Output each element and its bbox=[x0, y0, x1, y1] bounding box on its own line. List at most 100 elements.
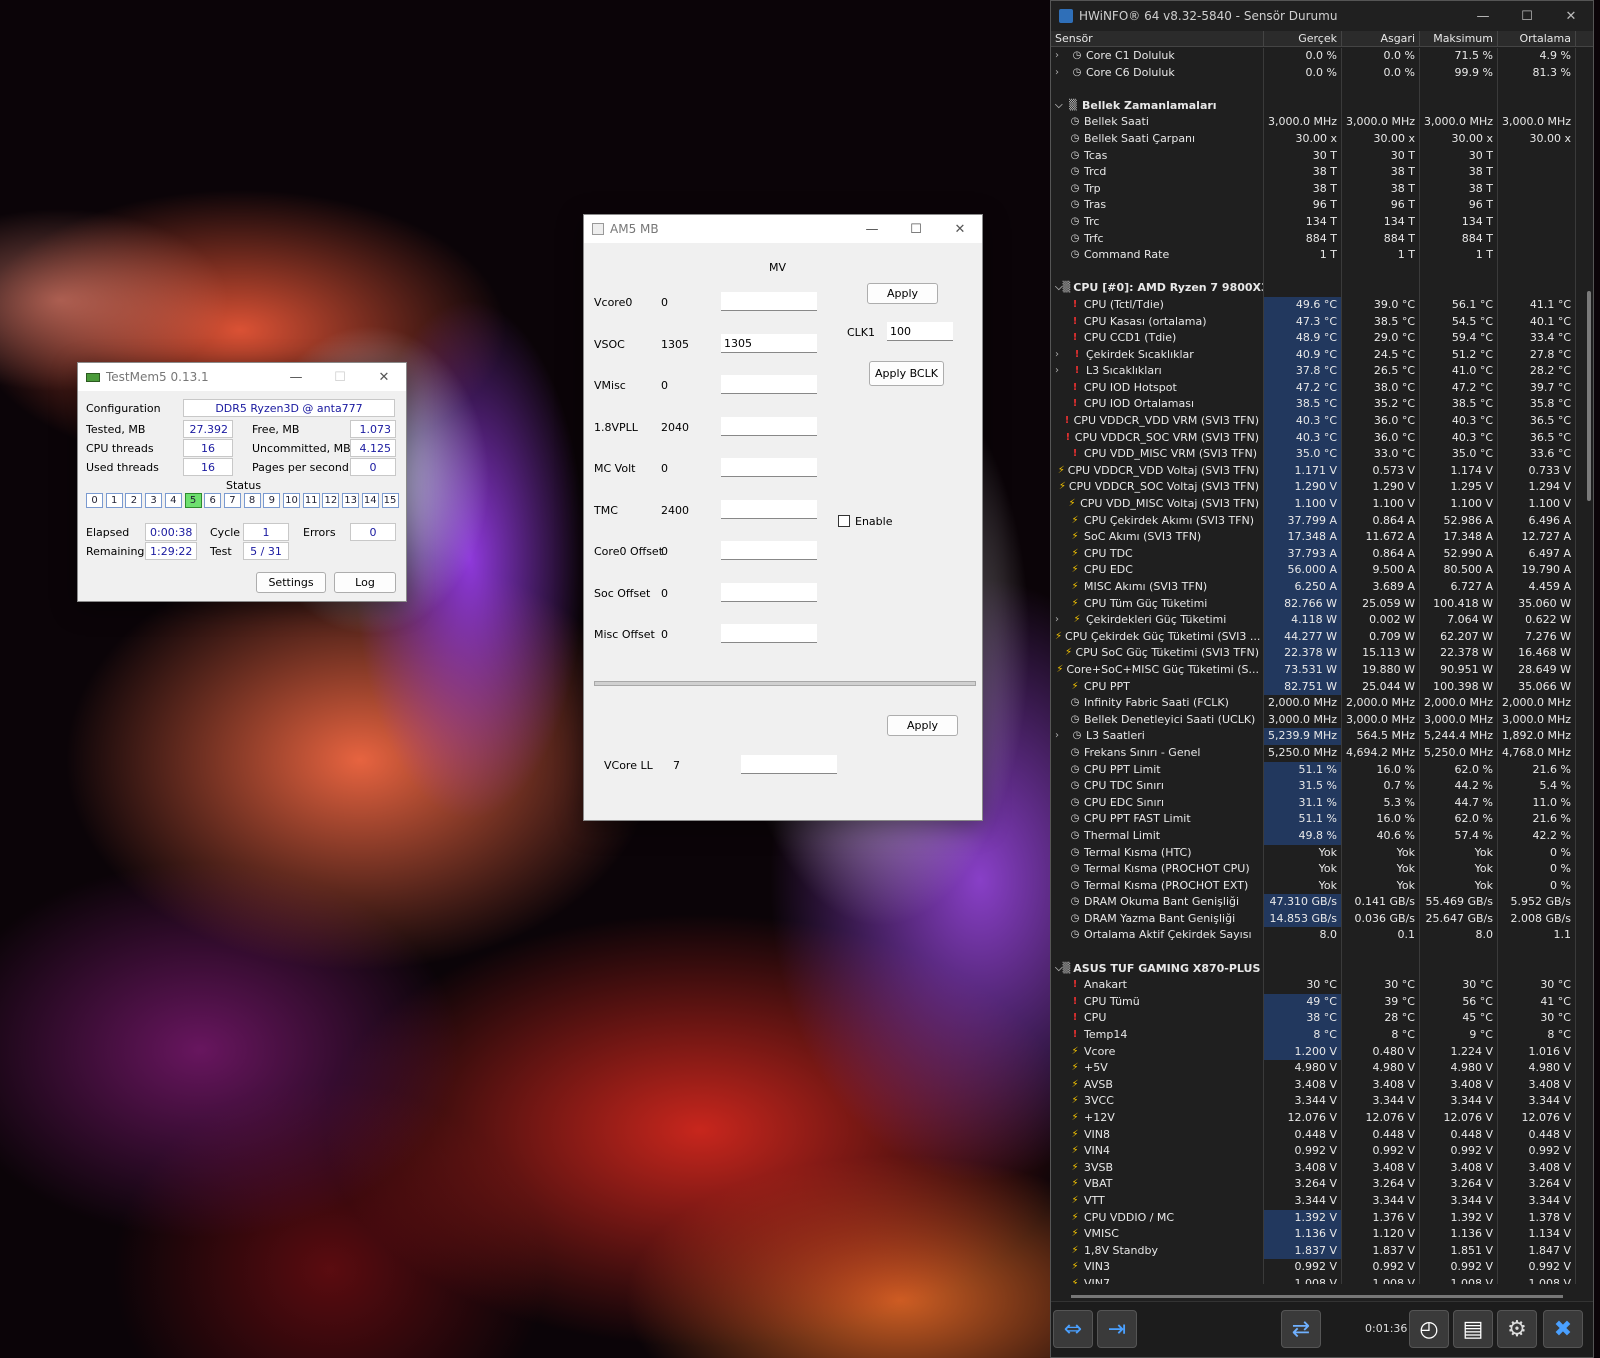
sensor-row[interactable]: ⚡ AVSB 3.408 V 3.408 V 3.408 V 3.408 V bbox=[1051, 1076, 1581, 1094]
sensor-row[interactable]: ◷ Frekans Sınırı - Genel 5,250.0 MHz 4,694.… bbox=[1051, 744, 1581, 762]
sensor-row[interactable]: ◷ DRAM Yazma Bant Genişliği 14.853 GB/s 0.0… bbox=[1051, 910, 1581, 928]
sensor-row[interactable]: › ◷ L3 Saatleri 5,239.9 MHz 564.5 MHz 5,244.4… bbox=[1051, 728, 1581, 745]
close-button[interactable]: ✕ bbox=[1549, 2, 1593, 30]
sensor-row[interactable]: ⚡ SoC Akımı (SVI3 TFN) 17.348 A 11.672 A 17.… bbox=[1051, 529, 1581, 546]
sensor-group-row[interactable]: ⌵ ▒ Bellek Zamanlamaları bbox=[1051, 97, 1581, 115]
switch-layout-icon[interactable]: ⇄ bbox=[1281, 1310, 1321, 1348]
sensor-row[interactable]: ◷ Infinity Fabric Saati (FCLK) 2,000.0 MHz… bbox=[1051, 695, 1581, 712]
config-field[interactable]: DDR5 Ryzen3D @ anta777 bbox=[183, 399, 395, 417]
sensor-row[interactable]: ◷ Command Rate 1 T1 T1 T bbox=[1051, 247, 1581, 264]
header-sensor[interactable]: Sensör bbox=[1051, 31, 1264, 47]
expand-chevron-icon[interactable]: › bbox=[1055, 48, 1067, 65]
sensor-row[interactable]: ! CPU IOD Hotspot 47.2 °C 38.0 °C 47.2 °C 39.… bbox=[1051, 379, 1581, 397]
sensor-row[interactable]: ◷ Trc 134 T 134 T 134 T bbox=[1051, 213, 1581, 231]
separator-slider[interactable] bbox=[594, 681, 976, 686]
sensor-row[interactable]: ◷ Termal Kısma (PROCHOT EXT) Yok Yok Yok 0 % bbox=[1051, 877, 1581, 895]
minimize-button[interactable]: — bbox=[850, 215, 894, 243]
sensor-row[interactable]: ⚡ VMISC 1.136 V 1.120 V 1.136 V 1.134 V bbox=[1051, 1226, 1581, 1243]
sensor-row[interactable]: ◷ Trp 38 T 38 T 38 T bbox=[1051, 180, 1581, 198]
collapse-chevron-icon[interactable]: ⌵ bbox=[1055, 98, 1067, 115]
apply-button-2[interactable]: Apply bbox=[887, 715, 958, 736]
close-x-icon[interactable]: ✖ bbox=[1543, 1310, 1583, 1348]
voltage-input[interactable] bbox=[721, 499, 817, 519]
sensor-row[interactable]: ⚡ CPU TDC 37.793 A 0.864 A 52.990 A 6.497 A bbox=[1051, 545, 1581, 563]
sensor-row[interactable]: ⚡ VIN4 0.992 V 0.992 V 0.992 V 0.992 V bbox=[1051, 1143, 1581, 1160]
sensor-row[interactable]: ! Anakart 30 °C 30 °C 30 °C 30 °C bbox=[1051, 977, 1581, 994]
voltage-input[interactable] bbox=[721, 541, 817, 560]
hwinfo-titlebar[interactable]: HWiNFO® 64 v8.32-5840 - Sensör Durumu — … bbox=[1051, 1, 1593, 31]
maximize-button[interactable]: ☐ bbox=[318, 363, 362, 391]
sensor-group-row[interactable]: ⌵▒ASUS TUF GAMING X870-PLUS WIFI (Nuvoto… bbox=[1051, 960, 1581, 978]
sensor-row[interactable]: ⚡ VTT 3.344 V 3.344 V 3.344 V 3.344 V bbox=[1051, 1192, 1581, 1210]
sensor-row[interactable]: ⚡ VIN7 1.008 V 1.008 V 1.008 V 1.008 V bbox=[1051, 1275, 1581, 1284]
sensor-row[interactable]: ◷ DRAM Okuma Bant Genişliği 47.310 GB/s 0.1… bbox=[1051, 894, 1581, 911]
sensor-row[interactable]: ◷ CPU PPT FAST Limit 51.1 % 16.0 % 62.0 % 21.… bbox=[1051, 811, 1581, 828]
collapse-icon[interactable]: ⇥ bbox=[1097, 1310, 1137, 1348]
sensor-row[interactable]: ›! Çekirdek Sıcaklıklar 40.9 °C 24.5 °C 51.2… bbox=[1051, 346, 1581, 364]
header-max[interactable]: Maksimum bbox=[1420, 31, 1498, 47]
voltage-input[interactable] bbox=[721, 416, 817, 436]
sensor-row[interactable]: ⚡ CPU SoC Güç Tüketimi (SVI3 TFN) 22.378 W… bbox=[1051, 645, 1581, 662]
sensor-row[interactable]: ! Temp14 8 °C 8 °C 9 °C 8 °C bbox=[1051, 1027, 1581, 1044]
header-min[interactable]: Asgari bbox=[1342, 31, 1420, 47]
log-button[interactable]: Log bbox=[334, 572, 396, 593]
maximize-button[interactable]: ☐ bbox=[1505, 2, 1549, 30]
sensor-row[interactable]: ⚡ VIN3 0.992 V 0.992 V 0.992 V 0.992 V bbox=[1051, 1259, 1581, 1276]
testmem-titlebar[interactable]: TestMem5 0.13.1 — ☐ ✕ bbox=[78, 363, 406, 391]
sensor-row[interactable]: ◷ CPU PPT Limit 51.1 % 16.0 % 62.0 % 21.6 % bbox=[1051, 761, 1581, 779]
sensor-row[interactable]: ⚡ VBAT 3.264 V 3.264 V 3.264 V 3.264 V bbox=[1051, 1176, 1581, 1193]
sensor-row[interactable]: ! CPU (Tctl/Tdie) 49.6 °C 39.0 °C 56.1 °C 41.… bbox=[1051, 296, 1581, 314]
voltage-input[interactable] bbox=[721, 624, 817, 643]
expand-chevron-icon[interactable]: › bbox=[1055, 347, 1067, 364]
sensor-row[interactable]: ◷ Trcd 38 T 38 T 38 T bbox=[1051, 164, 1581, 181]
voltage-input[interactable]: 1305 bbox=[721, 333, 817, 353]
sensor-row[interactable]: ⚡ CPU VDDCR_SOC Voltaj (SVI3 TFN) 1.290 V1… bbox=[1051, 479, 1581, 497]
sensor-row[interactable]: ◷ Ortalama Aktif Çekirdek Sayısı 8.0 0.1 8.0… bbox=[1051, 927, 1581, 945]
sensor-row[interactable] bbox=[1051, 944, 1581, 961]
sensor-row[interactable]: ⚡ VIN8 0.448 V 0.448 V 0.448 V 0.448 V bbox=[1051, 1126, 1581, 1144]
sensor-row[interactable]: ! CPU 38 °C 28 °C 45 °C 30 °C bbox=[1051, 1010, 1581, 1028]
expand-chevron-icon[interactable]: › bbox=[1055, 612, 1067, 629]
sensor-row[interactable]: ⚡ MISC Akımı (SVI3 TFN) 6.250 A 3.689 A 6.72… bbox=[1051, 579, 1581, 596]
expand-chevron-icon[interactable]: › bbox=[1055, 363, 1067, 380]
voltage-input[interactable] bbox=[721, 375, 817, 394]
vertical-scrollbar[interactable] bbox=[1587, 291, 1591, 501]
sensor-row[interactable]: ◷ Tcas 30 T 30 T 30 T bbox=[1051, 147, 1581, 165]
sensor-row[interactable]: ›! L3 Sıcaklıkları 37.8 °C 26.5 °C 41.0 °C 28… bbox=[1051, 363, 1581, 380]
sensor-row[interactable]: ! CPU VDDCR_VDD VRM (SVI3 TFN) 40.3 °C 36.0… bbox=[1051, 413, 1581, 430]
sensor-row[interactable]: ⚡ 1,8V Standby 1.837 V 1.837 V 1.851 V 1.847 … bbox=[1051, 1242, 1581, 1260]
sensor-row[interactable]: ◷ Bellek Saati 3,000.0 MHz 3,000.0 MHz 3,000… bbox=[1051, 114, 1581, 131]
sensor-row[interactable]: ◷ Termal Kısma (PROCHOT CPU) Yok Yok Yok 0 % bbox=[1051, 861, 1581, 878]
sensor-row[interactable]: ! CPU VDD_MISC VRM (SVI3 TFN) 35.0 °C 33.0 … bbox=[1051, 446, 1581, 463]
sensor-row[interactable]: ◷ Termal Kısma (HTC) Yok Yok Yok 0 % bbox=[1051, 844, 1581, 862]
expand-chevron-icon[interactable]: › bbox=[1055, 728, 1067, 745]
sensor-row[interactable]: ◷ CPU TDC Sınırı 31.5 % 0.7 % 44.2 % 5.4 % bbox=[1051, 778, 1581, 795]
collapse-chevron-icon[interactable]: ⌵ bbox=[1055, 961, 1063, 978]
vcore-ll-input[interactable] bbox=[741, 755, 837, 774]
settings-gear-icon[interactable]: ⚙ bbox=[1497, 1310, 1537, 1348]
sensor-row[interactable]: ! CPU CCD1 (Tdie) 48.9 °C 29.0 °C 59.4 °C 33.… bbox=[1051, 330, 1581, 347]
maximize-button[interactable]: ☐ bbox=[894, 215, 938, 243]
sensor-row[interactable]: ⚡ +12V 12.076 V 12.076 V 12.076 V 12.076 V bbox=[1051, 1110, 1581, 1127]
sensor-row[interactable]: ⚡ 3VSB 3.408 V 3.408 V 3.408 V 3.408 V bbox=[1051, 1159, 1581, 1177]
sensor-row[interactable] bbox=[1051, 81, 1581, 98]
sensor-row[interactable]: ⚡ CPU Tüm Güç Tüketimi 82.766 W 25.059 W 100… bbox=[1051, 595, 1581, 613]
sensor-row[interactable]: ⚡ CPU EDC 56.000 A 9.500 A 80.500 A 19.790 A bbox=[1051, 562, 1581, 579]
sensor-row[interactable]: ! CPU Kasası (ortalama) 47.3 °C 38.5 °C 54.5… bbox=[1051, 313, 1581, 331]
sensor-row[interactable]: ⚡ CPU VDD_MISC Voltaj (SVI3 TFN) 1.100 V 1.… bbox=[1051, 496, 1581, 513]
sensor-row[interactable]: ◷ Bellek Denetleyici Saati (UCLK) 3,000.0 … bbox=[1051, 711, 1581, 729]
clock-icon[interactable]: ◴ bbox=[1409, 1310, 1449, 1348]
sensor-row[interactable]: › ◷ Core C1 Doluluk 0.0 % 0.0 % 71.5 % 4.9 % bbox=[1051, 48, 1581, 65]
sensor-row[interactable]: ⚡ CPU VDDCR_VDD Voltaj (SVI3 TFN) 1.171 V0… bbox=[1051, 462, 1581, 480]
report-icon[interactable]: ▤ bbox=[1453, 1310, 1493, 1348]
sensor-row[interactable]: ◷ Thermal Limit 49.8 % 40.6 % 57.4 % 42.2 % bbox=[1051, 827, 1581, 845]
sensor-row[interactable]: ⚡ +5V 4.980 V 4.980 V 4.980 V 4.980 V bbox=[1051, 1060, 1581, 1077]
settings-button[interactable]: Settings bbox=[256, 572, 326, 593]
voltage-input[interactable] bbox=[721, 582, 817, 602]
horizontal-scrollbar[interactable] bbox=[1071, 1295, 1563, 1298]
expand-chevron-icon[interactable]: › bbox=[1055, 65, 1067, 82]
sensor-row[interactable]: ⚡ CPU Çekirdek Güç Tüketimi (SVI3 ... 44.2… bbox=[1051, 628, 1581, 646]
sensor-row[interactable]: ◷ Bellek Saati Çarpanı 30.00 x 30.00 x 30.00… bbox=[1051, 130, 1581, 148]
close-button[interactable]: ✕ bbox=[362, 363, 406, 391]
sensor-row[interactable]: › ⚡ Çekirdekleri Güç Tüketimi 4.118 W 0.002 … bbox=[1051, 612, 1581, 629]
